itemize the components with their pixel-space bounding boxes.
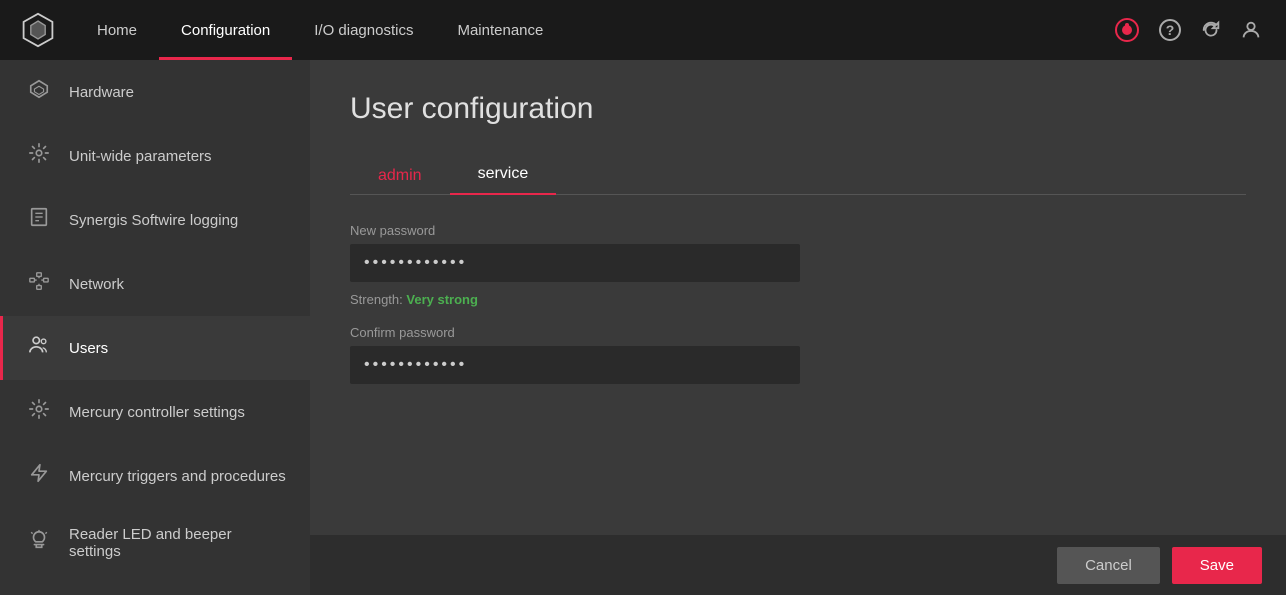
mercury-ctrl-icon (27, 398, 51, 426)
sidebar-label-mercury-triggers: Mercury triggers and procedures (69, 468, 286, 485)
mercury-triggers-icon (27, 462, 51, 490)
tabs-row: admin service (350, 154, 1246, 195)
nav-items: Home Configuration I/O diagnostics Maint… (75, 0, 1114, 60)
unit-wide-params-icon (27, 142, 51, 170)
save-button[interactable]: Save (1172, 547, 1262, 584)
sidebar-label-unit-wide: Unit-wide parameters (69, 148, 212, 165)
reader-led-icon (27, 529, 51, 557)
nav-item-maintenance[interactable]: Maintenance (435, 0, 565, 60)
sidebar: Hardware Unit-wide parameters Synerg (0, 60, 310, 595)
sidebar-label-mercury-ctrl: Mercury controller settings (69, 404, 245, 421)
sidebar-item-softwire-logging[interactable]: Synergis Softwire logging (0, 188, 310, 252)
sidebar-label-reader-led: Reader LED and beeper settings (69, 526, 286, 560)
sidebar-item-mercury-controller-settings[interactable]: Mercury controller settings (0, 380, 310, 444)
confirm-password-label: Confirm password (350, 325, 800, 340)
nav-item-configuration[interactable]: Configuration (159, 0, 292, 60)
page-title: User configuration (350, 92, 1246, 126)
main-layout: Hardware Unit-wide parameters Synerg (0, 60, 1286, 595)
new-password-label: New password (350, 223, 800, 238)
new-password-input[interactable] (350, 244, 800, 282)
content-area: User configuration admin service New pas… (310, 60, 1286, 595)
content-footer: Cancel Save (310, 535, 1286, 595)
softwire-logging-icon (27, 206, 51, 234)
help-icon[interactable]: ? (1158, 18, 1182, 42)
sidebar-item-users[interactable]: Users (0, 316, 310, 380)
user-config-form: New password Strength: Very strong Confi… (350, 223, 800, 394)
sidebar-item-reader-led[interactable]: Reader LED and beeper settings (0, 508, 310, 578)
sidebar-label-users: Users (69, 340, 108, 357)
cancel-button[interactable]: Cancel (1057, 547, 1160, 584)
refresh-icon[interactable] (1200, 19, 1222, 41)
hardware-icon (27, 78, 51, 106)
tab-admin[interactable]: admin (350, 157, 450, 195)
tab-service[interactable]: service (450, 155, 557, 195)
svg-text:?: ? (1166, 22, 1175, 38)
strength-row: Strength: Very strong (350, 292, 800, 307)
sidebar-item-hardware[interactable]: Hardware (0, 60, 310, 124)
nav-item-io-diagnostics[interactable]: I/O diagnostics (292, 0, 435, 60)
network-icon (27, 270, 51, 298)
sidebar-item-unit-wide-parameters[interactable]: Unit-wide parameters (0, 124, 310, 188)
content-main: User configuration admin service New pas… (310, 60, 1286, 535)
sidebar-item-mercury-triggers[interactable]: Mercury triggers and procedures (0, 444, 310, 508)
sidebar-item-network[interactable]: Network (0, 252, 310, 316)
topnav: Home Configuration I/O diagnostics Maint… (0, 0, 1286, 60)
users-icon (27, 334, 51, 362)
user-icon[interactable] (1240, 19, 1262, 41)
sidebar-label-hardware: Hardware (69, 84, 134, 101)
nav-item-home[interactable]: Home (75, 0, 159, 60)
nav-right: ? (1114, 17, 1286, 43)
sidebar-label-softwire: Synergis Softwire logging (69, 212, 238, 229)
strength-label: Strength: (350, 292, 403, 307)
logo[interactable] (10, 0, 65, 60)
notification-icon[interactable] (1114, 17, 1140, 43)
sidebar-label-network: Network (69, 276, 124, 293)
strength-value: Very strong (406, 292, 478, 307)
confirm-password-input[interactable] (350, 346, 800, 384)
